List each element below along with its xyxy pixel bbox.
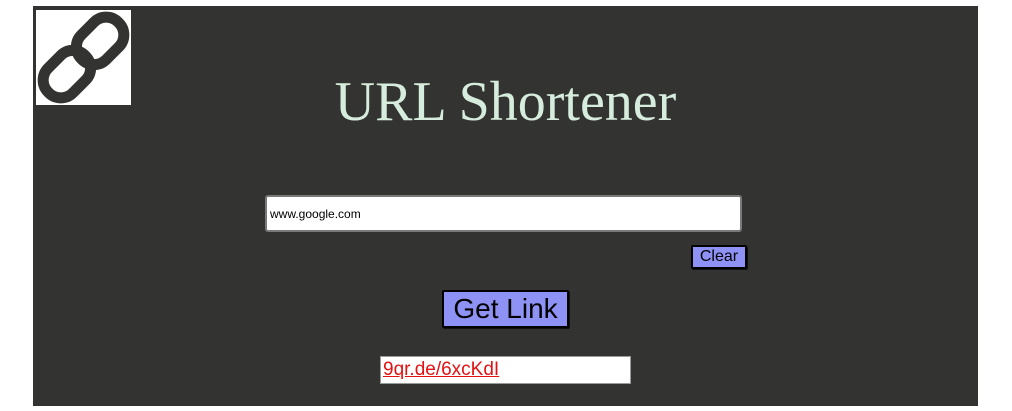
result-box: 9qr.de/6xcKdI [380,356,631,384]
url-input[interactable] [265,195,742,232]
app-container: URL Shortener Clear Get Link 9qr.de/6xcK… [33,6,978,406]
short-link[interactable]: 9qr.de/6xcKdI [383,359,499,380]
get-link-button[interactable]: Get Link [442,290,569,328]
page-title: URL Shortener [334,71,677,133]
clear-button[interactable]: Clear [691,245,747,269]
